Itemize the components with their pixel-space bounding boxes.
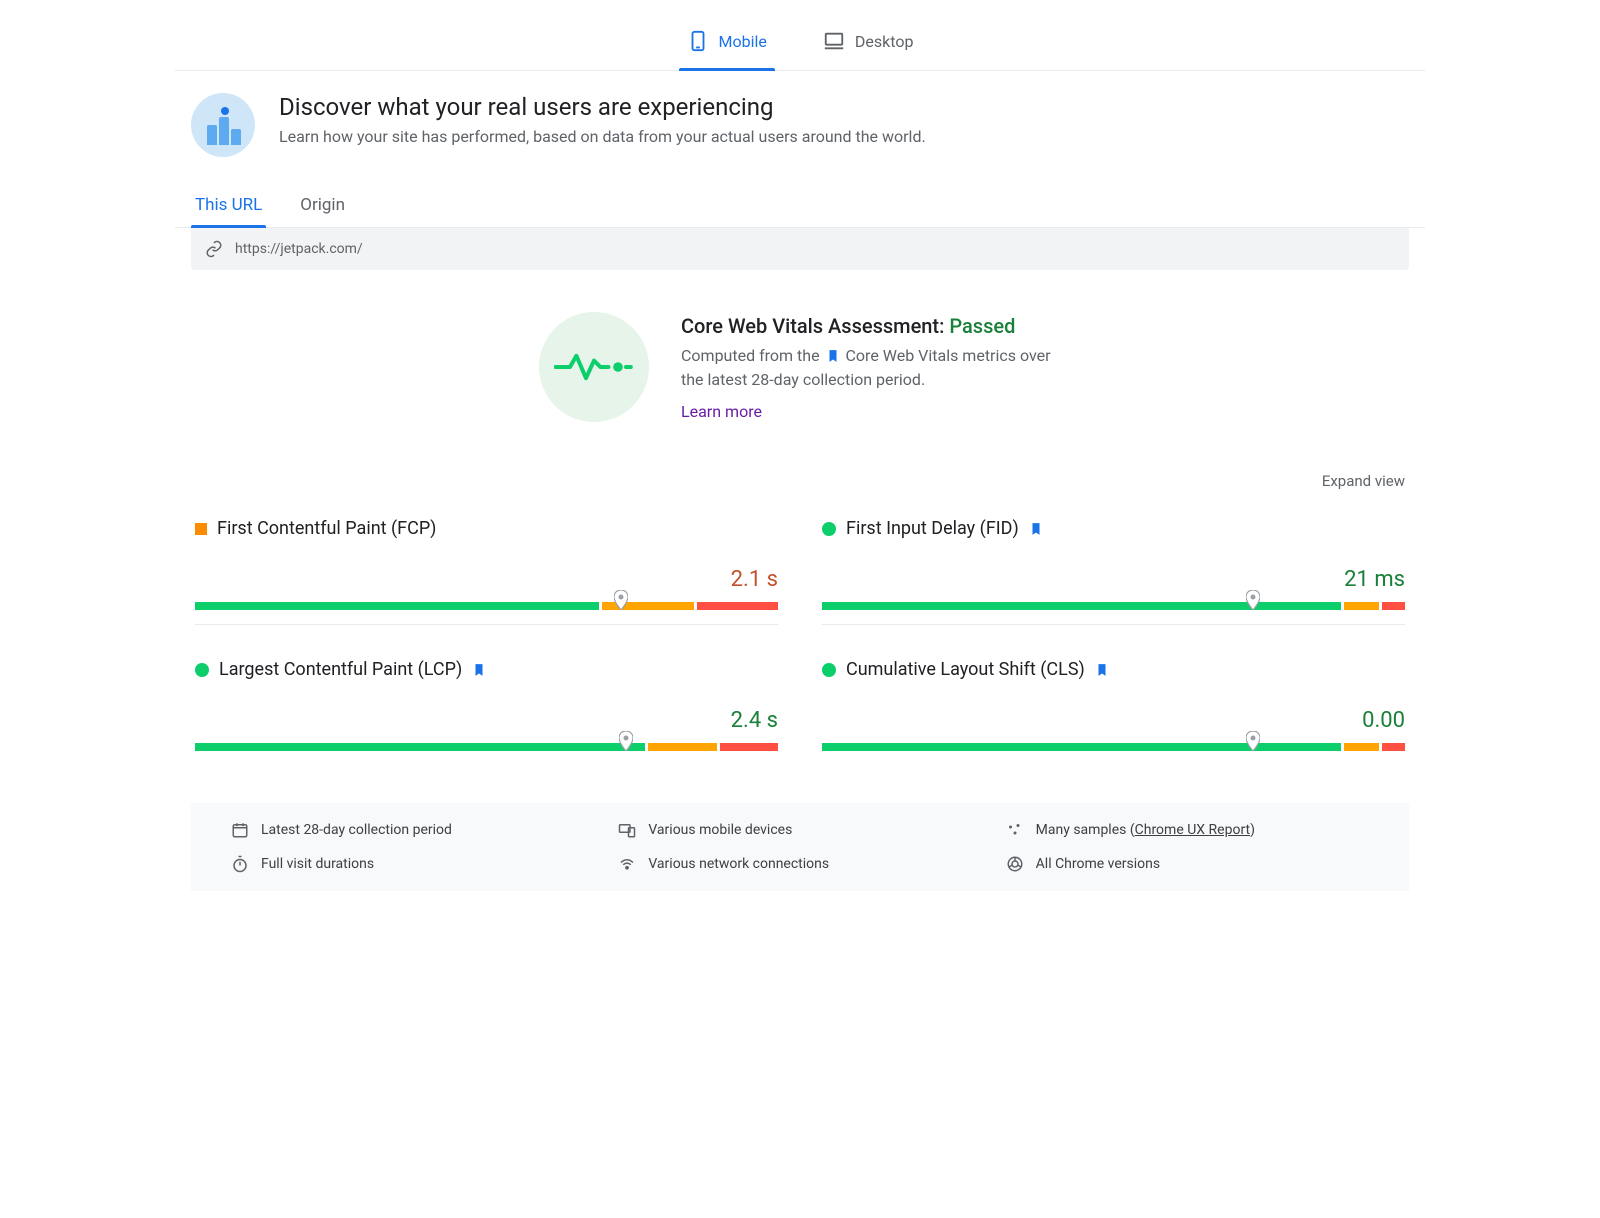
url-text: https://jetpack.com/ (235, 241, 363, 257)
wifi-icon (618, 855, 636, 873)
status-circle-icon (822, 522, 836, 536)
assessment-description: Computed from the Core Web Vitals metric… (681, 344, 1061, 392)
link-icon (205, 240, 223, 258)
metrics-grid: First Contentful Paint (FCP) 2.1 s First… (175, 510, 1425, 789)
metric-fcp-gauge (195, 602, 778, 610)
metric-fid-label: First Input Delay (FID) (846, 518, 1019, 539)
status-circle-icon (822, 663, 836, 677)
scatter-icon (1006, 821, 1024, 839)
stopwatch-icon (231, 855, 249, 873)
footer-period: Latest 28-day collection period (231, 821, 594, 839)
calendar-icon (231, 821, 249, 839)
tab-desktop[interactable]: Desktop (815, 20, 922, 70)
tab-mobile[interactable]: Mobile (679, 20, 775, 70)
hero-title: Discover what your real users are experi… (279, 93, 926, 121)
tab-this-url[interactable]: This URL (191, 183, 266, 227)
metric-fid-value: 21 ms (1344, 567, 1405, 592)
bookmark-icon (1029, 522, 1043, 536)
tab-mobile-label: Mobile (719, 32, 767, 51)
footer-devices: Various mobile devices (618, 821, 981, 839)
footer-info: Latest 28-day collection period Various … (191, 803, 1409, 891)
metric-fid: First Input Delay (FID) 21 ms (822, 518, 1405, 625)
metric-fcp-value: 2.1 s (731, 567, 778, 592)
footer-durations: Full visit durations (231, 855, 594, 873)
tab-origin[interactable]: Origin (296, 183, 349, 227)
hero-users-icon (191, 93, 255, 157)
footer-network: Various network connections (618, 855, 981, 873)
expand-view-button[interactable]: Expand view (175, 442, 1425, 510)
bookmark-icon (826, 349, 840, 363)
desktop-icon (823, 30, 845, 52)
bookmark-icon (1095, 663, 1109, 677)
metric-lcp-gauge (195, 743, 778, 751)
metric-lcp-label: Largest Contentful Paint (LCP) (219, 659, 462, 680)
metric-fcp: First Contentful Paint (FCP) 2.1 s (195, 518, 778, 625)
metric-cls-value: 0.00 (1362, 708, 1405, 733)
bookmark-icon (472, 663, 486, 677)
metric-lcp: Largest Contentful Paint (LCP) 2.4 s (195, 659, 778, 765)
url-bar: https://jetpack.com/ (191, 228, 1409, 270)
assessment-title: Core Web Vitals Assessment: Passed (681, 314, 1061, 338)
mobile-icon (687, 30, 709, 52)
assessment-section: Core Web Vitals Assessment: Passed Compu… (175, 270, 1425, 442)
device-tabs: Mobile Desktop (175, 0, 1425, 71)
metric-lcp-value: 2.4 s (731, 708, 778, 733)
metric-cls: Cumulative Layout Shift (CLS) 0.00 (822, 659, 1405, 765)
hero-subtitle: Learn how your site has performed, based… (279, 127, 926, 146)
chrome-icon (1006, 855, 1024, 873)
metric-fid-gauge (822, 602, 1405, 610)
footer-samples: Many samples (Chrome UX Report) (1006, 821, 1369, 839)
metric-fcp-label: First Contentful Paint (FCP) (217, 518, 436, 539)
hero-section: Discover what your real users are experi… (175, 71, 1425, 175)
tab-desktop-label: Desktop (855, 32, 914, 51)
status-square-icon (195, 523, 207, 535)
metric-cls-label: Cumulative Layout Shift (CLS) (846, 659, 1085, 680)
scope-tabs: This URL Origin (175, 175, 1425, 228)
devices-icon (618, 821, 636, 839)
chrome-ux-report-link[interactable]: Chrome UX Report (1135, 822, 1250, 838)
status-circle-icon (195, 663, 209, 677)
metric-cls-gauge (822, 743, 1405, 751)
footer-versions: All Chrome versions (1006, 855, 1369, 873)
learn-more-link[interactable]: Learn more (681, 402, 762, 421)
pulse-icon (539, 312, 649, 422)
assessment-status: Passed (949, 314, 1015, 338)
